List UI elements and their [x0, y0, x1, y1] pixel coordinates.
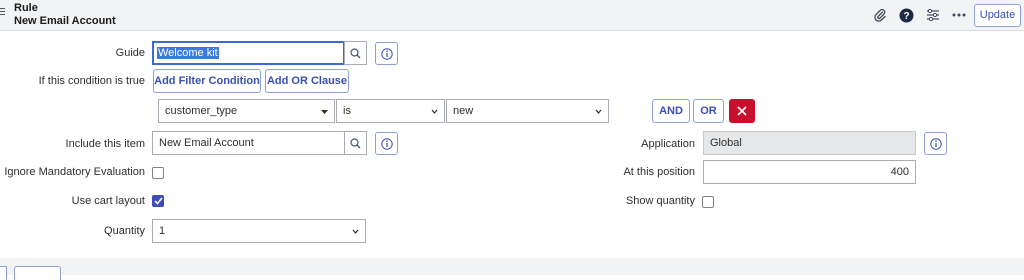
info-icon — [380, 47, 393, 60]
quantity-select[interactable]: 1 — [152, 219, 366, 243]
guide-info-button[interactable] — [375, 42, 398, 65]
include-item-input[interactable]: New Email Account — [152, 131, 345, 155]
position-label: At this position — [623, 166, 695, 178]
delete-condition-button[interactable] — [729, 99, 755, 123]
footer-button-partial[interactable] — [0, 266, 7, 280]
add-or-clause-button[interactable]: Add OR Clause — [265, 69, 349, 93]
use-cart-layout-label: Use cart layout — [71, 195, 145, 207]
condition-field-value: customer_type — [165, 105, 238, 117]
footer-button[interactable] — [14, 266, 61, 280]
close-icon — [737, 106, 747, 116]
ignore-mandatory-label: Ignore Mandatory Evaluation — [4, 166, 145, 178]
guide-lookup-button[interactable] — [344, 41, 367, 65]
paperclip-icon[interactable] — [872, 7, 888, 23]
condition-field-select[interactable]: customer_type — [158, 99, 335, 123]
quantity-value: 1 — [159, 225, 166, 237]
position-input[interactable]: 400 — [703, 160, 916, 184]
more-icon[interactable] — [951, 7, 967, 23]
guide-input[interactable]: Welcome kit — [152, 41, 345, 65]
chevron-down-icon — [431, 109, 438, 114]
svg-text:?: ? — [903, 11, 909, 22]
include-item-label: Include this item — [65, 138, 145, 150]
record-type: Rule — [14, 2, 38, 14]
sliders-icon[interactable] — [925, 7, 941, 23]
search-icon — [350, 47, 361, 58]
or-button[interactable]: OR — [693, 99, 724, 123]
chevron-down-icon — [595, 109, 602, 114]
condition-operator-select[interactable]: is — [336, 99, 445, 123]
guide-value: Welcome kit — [157, 47, 219, 59]
quantity-label: Quantity — [104, 225, 145, 237]
include-item-lookup-button[interactable] — [344, 131, 367, 155]
update-button[interactable]: Update — [974, 4, 1021, 27]
ignore-mandatory-checkbox[interactable] — [152, 167, 164, 179]
show-quantity-checkbox[interactable] — [702, 196, 714, 208]
application-label: Application — [641, 138, 695, 150]
info-icon — [929, 137, 942, 150]
info-icon — [380, 137, 393, 150]
add-filter-condition-button[interactable]: Add Filter Condition — [153, 69, 261, 93]
help-icon[interactable]: ? — [898, 7, 914, 23]
condition-value-select[interactable]: new — [446, 99, 609, 123]
application-info-button[interactable] — [924, 132, 947, 155]
form-footer — [0, 258, 1024, 275]
condition-operator-value: is — [343, 105, 351, 117]
chevron-down-icon — [321, 110, 328, 114]
include-item-info-button[interactable] — [375, 132, 398, 155]
use-cart-layout-checkbox[interactable] — [152, 195, 164, 207]
chevron-down-icon — [352, 229, 359, 234]
condition-value-value: new — [453, 105, 474, 117]
condition-label: If this condition is true — [38, 75, 145, 87]
form-header: Rule New Email Account ? Update — [0, 0, 1024, 31]
search-icon — [350, 137, 361, 148]
context-menu-icon[interactable] — [0, 8, 5, 17]
guide-label: Guide — [115, 47, 145, 59]
check-icon — [153, 197, 163, 205]
and-button[interactable]: AND — [652, 99, 690, 123]
record-title: New Email Account — [14, 15, 116, 27]
application-field: Global — [703, 131, 916, 155]
show-quantity-label: Show quantity — [625, 195, 695, 207]
